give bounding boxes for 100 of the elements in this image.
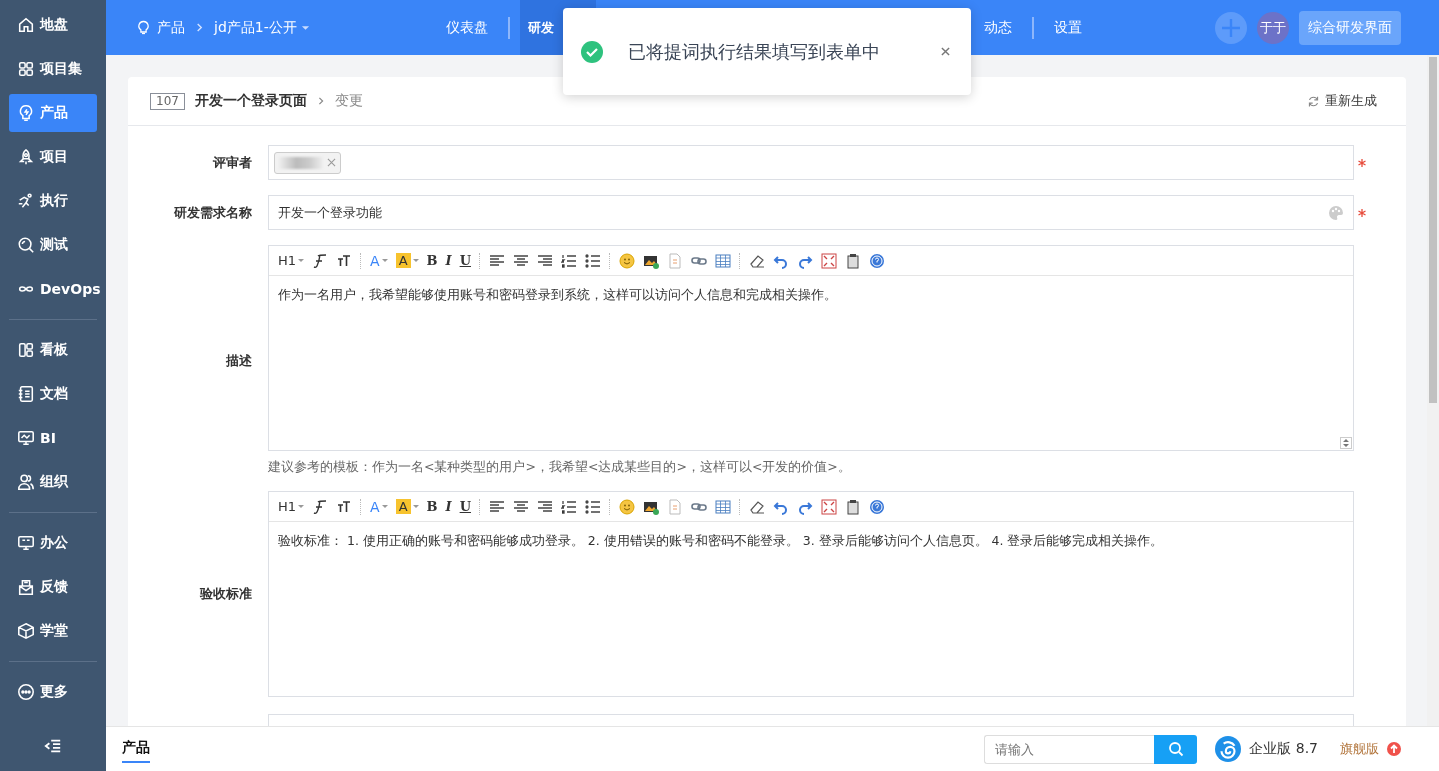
paste-icon[interactable] xyxy=(844,252,861,269)
italic-button[interactable]: I xyxy=(445,253,452,268)
notebook-icon xyxy=(17,385,35,403)
ellipsis-icon xyxy=(17,683,35,701)
footer-tab[interactable]: 产品 xyxy=(122,735,150,763)
smiley-icon[interactable] xyxy=(618,498,635,515)
editor-text: 作为一名用户，我希望能够使用账号和密码登录到系统，这样可以访问个人信息和完成相关操作。 xyxy=(278,287,837,302)
grid-icon xyxy=(17,60,35,78)
bullet-list-icon[interactable] xyxy=(584,498,601,515)
font-family-icon[interactable] xyxy=(312,252,329,269)
monitor-icon xyxy=(17,534,35,552)
remove-icon[interactable] xyxy=(327,158,336,167)
numbered-list-icon[interactable] xyxy=(560,498,577,515)
upgrade-icon[interactable] xyxy=(1387,742,1401,756)
numbered-list-icon[interactable] xyxy=(560,252,577,269)
toast-message: 已将提词执行结果填写到表单中 xyxy=(628,39,880,64)
align-right-icon[interactable] xyxy=(536,498,553,515)
fullscreen-icon[interactable] xyxy=(820,252,837,269)
resize-handle-icon[interactable] xyxy=(1340,437,1352,449)
upgrade-link[interactable]: 旗舰版 xyxy=(1340,740,1379,758)
field-label: 验收标准 xyxy=(198,585,253,603)
refresh-icon xyxy=(1307,94,1320,108)
reviewer-field[interactable] xyxy=(268,145,1354,180)
search-icon xyxy=(1167,741,1184,757)
bullet-list-icon[interactable] xyxy=(584,252,601,269)
nav-tab[interactable]: 仪表盘 xyxy=(436,0,498,55)
font-size-icon[interactable] xyxy=(336,252,353,269)
font-size-icon[interactable] xyxy=(336,498,353,515)
breadcrumb-link[interactable]: 产品 xyxy=(157,18,185,37)
regenerate-button[interactable]: 重新生成 xyxy=(1307,92,1377,110)
home-icon xyxy=(17,16,35,34)
chevron-right-icon xyxy=(316,97,325,105)
italic-button[interactable]: I xyxy=(445,499,452,514)
sidebar-item[interactable]: 测试 xyxy=(9,226,97,264)
table-icon[interactable] xyxy=(714,252,731,269)
sidebar-item[interactable]: 项目 xyxy=(9,138,97,176)
fullscreen-icon[interactable] xyxy=(820,498,837,515)
sidebar-item[interactable]: 地盘 xyxy=(9,6,97,44)
user-avatar[interactable]: 于于 xyxy=(1257,11,1289,44)
sidebar-item[interactable]: 反馈 xyxy=(9,568,97,606)
people-icon xyxy=(17,473,35,491)
check-circle-icon xyxy=(581,40,603,63)
align-left-icon[interactable] xyxy=(488,252,505,269)
rocket-icon xyxy=(17,148,35,166)
lightbulb-icon xyxy=(136,20,151,35)
font-color-button[interactable]: A xyxy=(370,498,388,515)
nav-tab[interactable]: 动态 xyxy=(974,0,1022,55)
collapse-icon[interactable] xyxy=(43,737,63,755)
underline-button[interactable]: U xyxy=(459,499,471,514)
font-color-button[interactable]: A xyxy=(370,252,388,269)
table-icon[interactable] xyxy=(714,498,731,515)
paste-icon[interactable] xyxy=(844,498,861,515)
editor-text: 验收标准： 1. 使用正确的账号和密码能够成功登录。 2. 使用错误的账号和密码不能登录。 3. 登录后能够访问个人信息页。 4. 登录后能够完成相关操作。 xyxy=(278,533,1164,548)
align-left-icon[interactable] xyxy=(488,498,505,515)
product-selector[interactable]: jd产品1-公开 xyxy=(214,18,310,37)
sidebar-item[interactable]: 看板 xyxy=(9,331,97,369)
align-center-icon[interactable] xyxy=(512,252,529,269)
rich-text-editor[interactable]: H1 A A B I U 验收标准： 1. 使用正确的账号和密码能够成功登录。 2. 使用错误的账号和密码不能登录。 3. 登录后能够访问个人信息页。 4. 登录后能够完成相关操作。 xyxy=(268,491,1354,697)
sidebar-item[interactable]: 办公 xyxy=(9,524,97,562)
help-icon[interactable] xyxy=(868,498,885,515)
field-label: 研发需求名称 xyxy=(173,203,253,222)
sidebar-item[interactable]: 文档 xyxy=(9,375,97,413)
sidebar-item[interactable]: 学堂 xyxy=(9,612,97,650)
story-title: 开发一个登录页面 xyxy=(194,92,307,110)
cube-icon xyxy=(17,622,35,640)
scrollbar-thumb[interactable] xyxy=(1429,57,1437,403)
search-button[interactable] xyxy=(1154,734,1198,764)
sidebar-item[interactable]: 执行 xyxy=(9,182,97,220)
bold-button[interactable]: B xyxy=(426,253,438,268)
sidebar-item[interactable]: 更多 xyxy=(9,673,97,711)
align-center-icon[interactable] xyxy=(512,498,529,515)
logo-icon xyxy=(1215,736,1242,762)
sidebar-item[interactable]: BI xyxy=(9,419,97,457)
runner-icon xyxy=(17,192,35,210)
align-right-icon[interactable] xyxy=(536,252,553,269)
sidebar-item[interactable]: 项目集 xyxy=(9,50,97,88)
nav-tab[interactable]: 设置 xyxy=(1044,0,1092,55)
chevron-right-icon xyxy=(195,23,204,32)
caret-icon xyxy=(300,24,310,31)
lightbulb-icon xyxy=(17,104,35,122)
board-icon xyxy=(17,341,35,359)
font-family-icon[interactable] xyxy=(312,498,329,515)
bold-button[interactable]: B xyxy=(426,499,438,514)
underline-button[interactable]: U xyxy=(459,253,471,268)
sidebar-item[interactable]: 组织 xyxy=(9,463,97,501)
smiley-icon[interactable] xyxy=(618,252,635,269)
page-action: 变更 xyxy=(334,92,363,110)
sidebar-item[interactable]: 产品 xyxy=(9,94,97,132)
search-field[interactable]: 请输入 xyxy=(984,734,1155,764)
id-label: 107 xyxy=(150,92,185,110)
heading-button[interactable]: H1 xyxy=(278,253,305,268)
rich-text-editor[interactable]: H1 A A B I U 作为一名用户，我希望能够使用账号和密码登录到系统，这样可以访问个人信息和完成相关操作。 xyxy=(268,245,1354,451)
template-hint: 建议参考的模板：作为一名<某种类型的用户>，我希望<达成某些目的>，这样可以<开发的价值>。 xyxy=(268,459,852,476)
monitor-icon xyxy=(17,429,35,447)
edition-label: 企业版 8.7 xyxy=(1249,740,1318,758)
name-field[interactable]: 开发一个登录功能 xyxy=(268,195,1354,230)
inbox-icon xyxy=(17,578,35,596)
help-icon[interactable] xyxy=(868,252,885,269)
close-icon[interactable] xyxy=(941,47,950,56)
heading-button[interactable]: H1 xyxy=(278,499,305,514)
